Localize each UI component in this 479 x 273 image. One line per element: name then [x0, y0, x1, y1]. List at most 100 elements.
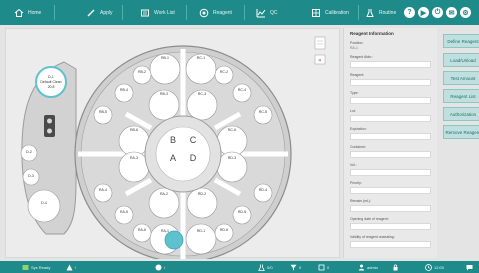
- define-reagent-button[interactable]: Define Reagent: [443, 34, 479, 48]
- filter-icon: [290, 264, 297, 270]
- nav-qc[interactable]: QC: [256, 0, 278, 25]
- ra6-label: RA-6: [138, 228, 146, 232]
- document-icon[interactable]: [314, 36, 326, 50]
- container-field[interactable]: [350, 151, 431, 158]
- rd2-label: RD-2: [198, 192, 206, 196]
- small-bottle-d2[interactable]: D-2: [20, 144, 38, 162]
- message-icon[interactable]: ✉: [446, 7, 457, 18]
- nav-worklist[interactable]: Work List: [140, 0, 175, 25]
- info-field-group: Priority:: [350, 181, 431, 194]
- user-indicator[interactable]: admin: [358, 261, 378, 273]
- info-field-group: Reagent:: [350, 73, 431, 86]
- flask-icon: [366, 8, 374, 17]
- reagent-bottle-rc4[interactable]: RC-4: [232, 83, 252, 103]
- reagent-bottle-rd4[interactable]: RD-4: [253, 183, 273, 203]
- clock-indicator: 12:00: [425, 261, 444, 273]
- nav-divider: [244, 5, 245, 20]
- reagent-bottle-rd6[interactable]: RD-6: [214, 223, 234, 243]
- info-indicator[interactable]: i: [155, 261, 165, 273]
- nav-qc-label: QC: [270, 9, 278, 16]
- alarm-indicator[interactable]: !: [66, 261, 76, 273]
- d2-label: D-2: [26, 150, 32, 154]
- reagent-bottle-rc6[interactable]: RC-6: [216, 125, 248, 157]
- cuvette-icon: [318, 264, 325, 270]
- reagent-bottle-rc3[interactable]: RC-3: [186, 89, 218, 121]
- field-label: Remain (mL):: [350, 199, 372, 203]
- small-bottle-d3[interactable]: D-3: [22, 168, 40, 186]
- nav-divider: [358, 5, 359, 20]
- nav-reagent[interactable]: Reagent: [199, 0, 232, 25]
- volume-field[interactable]: [350, 169, 431, 176]
- opening-date-field[interactable]: [350, 223, 431, 230]
- remove-reagent-button[interactable]: Remove Reagent: [443, 125, 479, 139]
- system-status: Sys Ready: [22, 261, 50, 273]
- reagent-bottle-rd5[interactable]: RD-5: [232, 205, 252, 225]
- run-icon[interactable]: ▶: [418, 7, 429, 18]
- lot-field[interactable]: [350, 115, 431, 122]
- reagent-disk-icon: [199, 8, 209, 17]
- reagent-bottle-ra3[interactable]: RA-3: [118, 151, 150, 183]
- reagent-list-button[interactable]: Reagent List: [443, 89, 479, 103]
- nav-calibration[interactable]: Calibration: [311, 0, 349, 25]
- reagent-tray-diagram: D-1 Default Clean 20.8 D-2 D-3 D-4 RB-1 …: [20, 36, 326, 263]
- reagent-bottle-ra2[interactable]: RA-2: [148, 187, 180, 219]
- clock-text: 12:00: [434, 264, 445, 270]
- reagent-tag-label: R: [319, 58, 322, 63]
- validity-field[interactable]: [350, 241, 431, 248]
- reagent-bottle-ra5[interactable]: RA-5: [114, 205, 134, 225]
- authorization-button[interactable]: Authorization: [443, 107, 479, 121]
- top-nav-bar: Home Apply Work List Reagent QC Calibrat…: [0, 0, 479, 25]
- info-position-label: Position:: [350, 41, 364, 45]
- selected-position-marker[interactable]: [164, 230, 184, 250]
- field-label: Expiration:: [350, 127, 367, 131]
- reagent-bottle-rb6[interactable]: RB-6: [118, 125, 150, 157]
- help-icon[interactable]: ?: [404, 7, 415, 18]
- nav-home-label: Home: [28, 9, 42, 16]
- test-amount-button[interactable]: Test Amount: [443, 71, 479, 85]
- reagent-tag-icon[interactable]: R: [314, 54, 326, 65]
- remain-field[interactable]: [350, 205, 431, 212]
- reagent-bottle-rc2[interactable]: RC-2: [214, 65, 234, 85]
- reagent-bottle-rc5[interactable]: RC-5: [253, 105, 273, 125]
- reagent-bottle-rb1[interactable]: RB-1: [149, 53, 181, 85]
- nav-apply[interactable]: Apply: [86, 0, 113, 25]
- power-icon[interactable]: ⏻: [432, 7, 443, 18]
- rc3-label: RC-3: [198, 92, 206, 96]
- info-field-group: Container:: [350, 145, 431, 158]
- reagent-bottle-rb2[interactable]: RB-2: [132, 65, 152, 85]
- load-unload-button[interactable]: Load/Unload: [443, 53, 479, 67]
- nav-routine[interactable]: Routine: [365, 0, 396, 25]
- center-label-d: D: [190, 153, 197, 163]
- diluent-bottle[interactable]: D-1 Default Clean 20.8: [35, 66, 67, 98]
- reagent-bottle-rb4[interactable]: RB-4: [114, 83, 134, 103]
- nav-divider: [122, 5, 123, 20]
- reagent-field[interactable]: [350, 79, 431, 86]
- reagent-bottle-rd1[interactable]: RD-1: [185, 223, 217, 255]
- ra5-label: RA-5: [120, 210, 128, 214]
- expiration-field[interactable]: [350, 133, 431, 140]
- lock-icon: [393, 264, 398, 270]
- reagent-bottle-ra4[interactable]: RA-4: [93, 183, 113, 203]
- reagent-bottle-rd3[interactable]: RD-3: [216, 151, 248, 183]
- rb6-label: RB-6: [130, 128, 138, 132]
- rb5-label: RB-5: [99, 110, 107, 114]
- large-bottle-d4[interactable]: D-4: [27, 189, 61, 223]
- reagent-bottle-rb5[interactable]: RB-5: [93, 105, 113, 125]
- nav-home[interactable]: Home: [14, 0, 41, 25]
- type-field[interactable]: [350, 97, 431, 104]
- reagent-bottle-rd2[interactable]: RD-2: [186, 187, 218, 219]
- status-indicator-icon: [22, 264, 29, 270]
- reagent-bottle-rb3[interactable]: RB-3: [148, 89, 180, 121]
- reagent-bottle-rc1[interactable]: RC-1: [185, 53, 217, 85]
- qc-chart-icon: [256, 8, 266, 17]
- settings-icon[interactable]: ⚙: [460, 7, 471, 18]
- reagent-abbr-field[interactable]: [350, 61, 431, 68]
- cuvette-indicator[interactable]: 0: [318, 261, 329, 273]
- priority-field[interactable]: [350, 187, 431, 194]
- nav-divider: [186, 5, 187, 20]
- lock-indicator[interactable]: [392, 261, 399, 273]
- filter-indicator[interactable]: 0: [290, 261, 301, 273]
- info-field-group: Expiration:: [350, 127, 431, 140]
- chat-indicator[interactable]: [466, 261, 473, 273]
- reagent-bottle-ra6[interactable]: RA-6: [132, 223, 152, 243]
